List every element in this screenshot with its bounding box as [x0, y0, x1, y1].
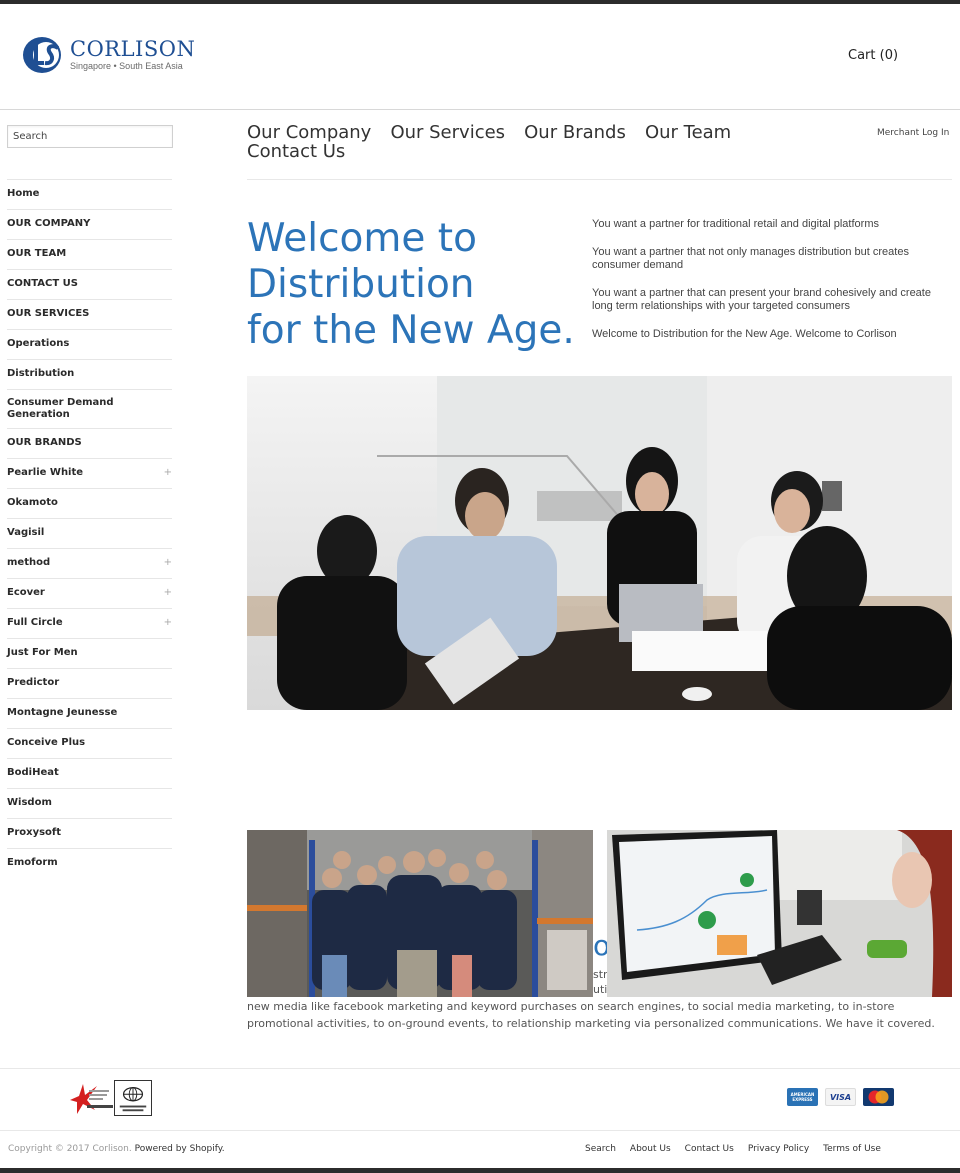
sidebar-item-label[interactable]: OUR COMPANY [7, 210, 172, 239]
logo-name: CORLISON [70, 37, 196, 61]
footer-divider [0, 1130, 960, 1131]
search-input[interactable] [7, 125, 173, 148]
nav-divider [247, 179, 952, 180]
powered-by-shopify-link[interactable]: Powered by Shopify. [135, 1144, 225, 1154]
logo-tagline: Singapore • South East Asia [70, 61, 183, 71]
sidebar-item-label[interactable]: method [7, 549, 172, 578]
sidebar-item-our-services[interactable]: OUR SERVICES [7, 300, 172, 330]
expand-icon[interactable]: + [164, 557, 172, 568]
copyright: Copyright © 2017 Corlison. Powered by Sh… [8, 1144, 225, 1154]
sidebar-item-label[interactable]: Proxysoft [7, 819, 172, 848]
merchant-login-link[interactable]: Merchant Log In [877, 128, 949, 138]
hero-title-line: for the New Age. [247, 308, 575, 353]
main-nav: Our Company Our Services Our Brands Our … [247, 123, 747, 161]
hero-paragraph: You want a partner that not only manages… [592, 246, 909, 271]
footer-divider [0, 1068, 960, 1069]
nav-contact-us[interactable]: Contact Us [247, 141, 345, 162]
sidebar-item-label[interactable]: Vagisil [7, 519, 172, 548]
sac-certification-logo [67, 1080, 113, 1116]
visa-icon: VISA [825, 1088, 856, 1106]
sidebar-item-okamoto[interactable]: Okamoto [7, 489, 172, 519]
hero-paragraph: Welcome to Distribution for the New Age.… [592, 328, 897, 340]
payment-methods: AMERICAN EXPRESS VISA [787, 1088, 894, 1106]
services-body-text: new media like facebook marketing and ke… [247, 1000, 935, 1030]
sidebar-item-conceive-plus[interactable]: Conceive Plus [7, 729, 172, 759]
sidebar-nav: Home OUR COMPANY OUR TEAM CONTACT US OUR… [7, 179, 172, 878]
cart-link[interactable]: Cart (0) [848, 48, 898, 63]
footer-link-terms-of-use[interactable]: Terms of Use [823, 1144, 881, 1154]
meeting-photo [247, 376, 952, 710]
site-logo[interactable]: CORLISON Singapore • South East Asia [22, 34, 196, 76]
footer-link-search[interactable]: Search [585, 1144, 616, 1154]
office-analytics-photo [607, 830, 952, 997]
sidebar-item-vagisil[interactable]: Vagisil [7, 519, 172, 549]
footer-link-privacy-policy[interactable]: Privacy Policy [748, 1144, 809, 1154]
mastercard-icon [863, 1088, 894, 1106]
sidebar-item-consumer-demand-generation[interactable]: Consumer Demand Generation [7, 390, 172, 429]
sidebar-item-label[interactable]: Full Circle [7, 609, 172, 638]
copyright-text: Copyright © 2017 Corlison. [8, 1144, 132, 1154]
corlison-logo-icon [22, 35, 66, 75]
sidebar-item-contact-us[interactable]: CONTACT US [7, 270, 172, 300]
nav-our-services[interactable]: Our Services [390, 122, 505, 143]
footer-link-contact-us[interactable]: Contact Us [685, 1144, 734, 1154]
sidebar-item-home[interactable]: Home [7, 180, 172, 210]
hero-title: Welcome to Distribution for the New Age. [247, 216, 597, 354]
footer-link-about-us[interactable]: About Us [630, 1144, 671, 1154]
amex-icon: AMERICAN EXPRESS [787, 1088, 818, 1106]
sidebar-item-our-company[interactable]: OUR COMPANY [7, 210, 172, 240]
warehouse-team-photo [247, 830, 593, 997]
sidebar-item-label[interactable]: Emoform [7, 849, 172, 878]
expand-icon[interactable]: + [164, 467, 172, 478]
hero-title-line: Distribution [247, 262, 475, 307]
sidebar-item-label[interactable]: OUR SERVICES [7, 300, 172, 329]
sidebar-item-label[interactable]: Just For Men [7, 639, 172, 668]
obscured-text-fragment: stro uti [593, 967, 607, 997]
sidebar-item-label[interactable]: Predictor [7, 669, 172, 698]
hero-title-line: Welcome to [247, 216, 477, 261]
sidebar-item-label[interactable]: Wisdom [7, 789, 172, 818]
bottom-bar [0, 1168, 960, 1173]
sidebar-item-label[interactable]: Distribution [7, 360, 172, 389]
sidebar-item-wisdom[interactable]: Wisdom [7, 789, 172, 819]
nav-our-team[interactable]: Our Team [645, 122, 731, 143]
sidebar-item-operations[interactable]: Operations [7, 330, 172, 360]
sidebar-item-label[interactable]: OUR BRANDS [7, 429, 172, 458]
sidebar-item-bodiheat[interactable]: BodiHeat [7, 759, 172, 789]
sidebar-item-distribution[interactable]: Distribution [7, 360, 172, 390]
footer-links: Search About Us Contact Us Privacy Polic… [585, 1144, 881, 1154]
sidebar-item-our-team[interactable]: OUR TEAM [7, 240, 172, 270]
sidebar-item-label[interactable]: Operations [7, 330, 172, 359]
sidebar-item-full-circle[interactable]: Full Circle + [7, 609, 172, 639]
sidebar-item-montagne-jeunesse[interactable]: Montagne Jeunesse [7, 699, 172, 729]
sidebar-item-just-for-men[interactable]: Just For Men [7, 639, 172, 669]
sidebar-item-label[interactable]: Consumer Demand Generation [7, 390, 127, 428]
sidebar-item-method[interactable]: method + [7, 549, 172, 579]
top-bar [0, 0, 960, 4]
sidebar-item-label[interactable]: Pearlie White [7, 459, 172, 488]
sidebar-item-label[interactable]: Montagne Jeunesse [7, 699, 172, 728]
sidebar-item-label[interactable]: Home [7, 180, 172, 209]
certification-international-logo [114, 1080, 152, 1116]
sidebar-item-label[interactable]: Okamoto [7, 489, 172, 518]
header-divider [0, 109, 960, 110]
sidebar-item-proxysoft[interactable]: Proxysoft [7, 819, 172, 849]
hero-paragraph: You want a partner for traditional retai… [592, 218, 879, 230]
sidebar-item-predictor[interactable]: Predictor [7, 669, 172, 699]
sidebar-item-label[interactable]: Ecover [7, 579, 172, 608]
hero-copy: You want a partner for traditional retai… [592, 218, 952, 356]
sidebar-item-pearlie-white[interactable]: Pearlie White + [7, 459, 172, 489]
sidebar-item-ecover[interactable]: Ecover + [7, 579, 172, 609]
sidebar-item-emoform[interactable]: Emoform [7, 849, 172, 878]
sidebar-item-label[interactable]: BodiHeat [7, 759, 172, 788]
expand-icon[interactable]: + [164, 617, 172, 628]
sidebar-item-label[interactable]: OUR TEAM [7, 240, 172, 269]
sidebar-item-label[interactable]: CONTACT US [7, 270, 172, 299]
nav-our-brands[interactable]: Our Brands [524, 122, 626, 143]
nav-our-company[interactable]: Our Company [247, 122, 371, 143]
sidebar-item-label[interactable]: Conceive Plus [7, 729, 172, 758]
expand-icon[interactable]: + [164, 587, 172, 598]
hero-paragraph: You want a partner that can present your… [592, 287, 931, 312]
sidebar-item-our-brands[interactable]: OUR BRANDS [7, 429, 172, 459]
